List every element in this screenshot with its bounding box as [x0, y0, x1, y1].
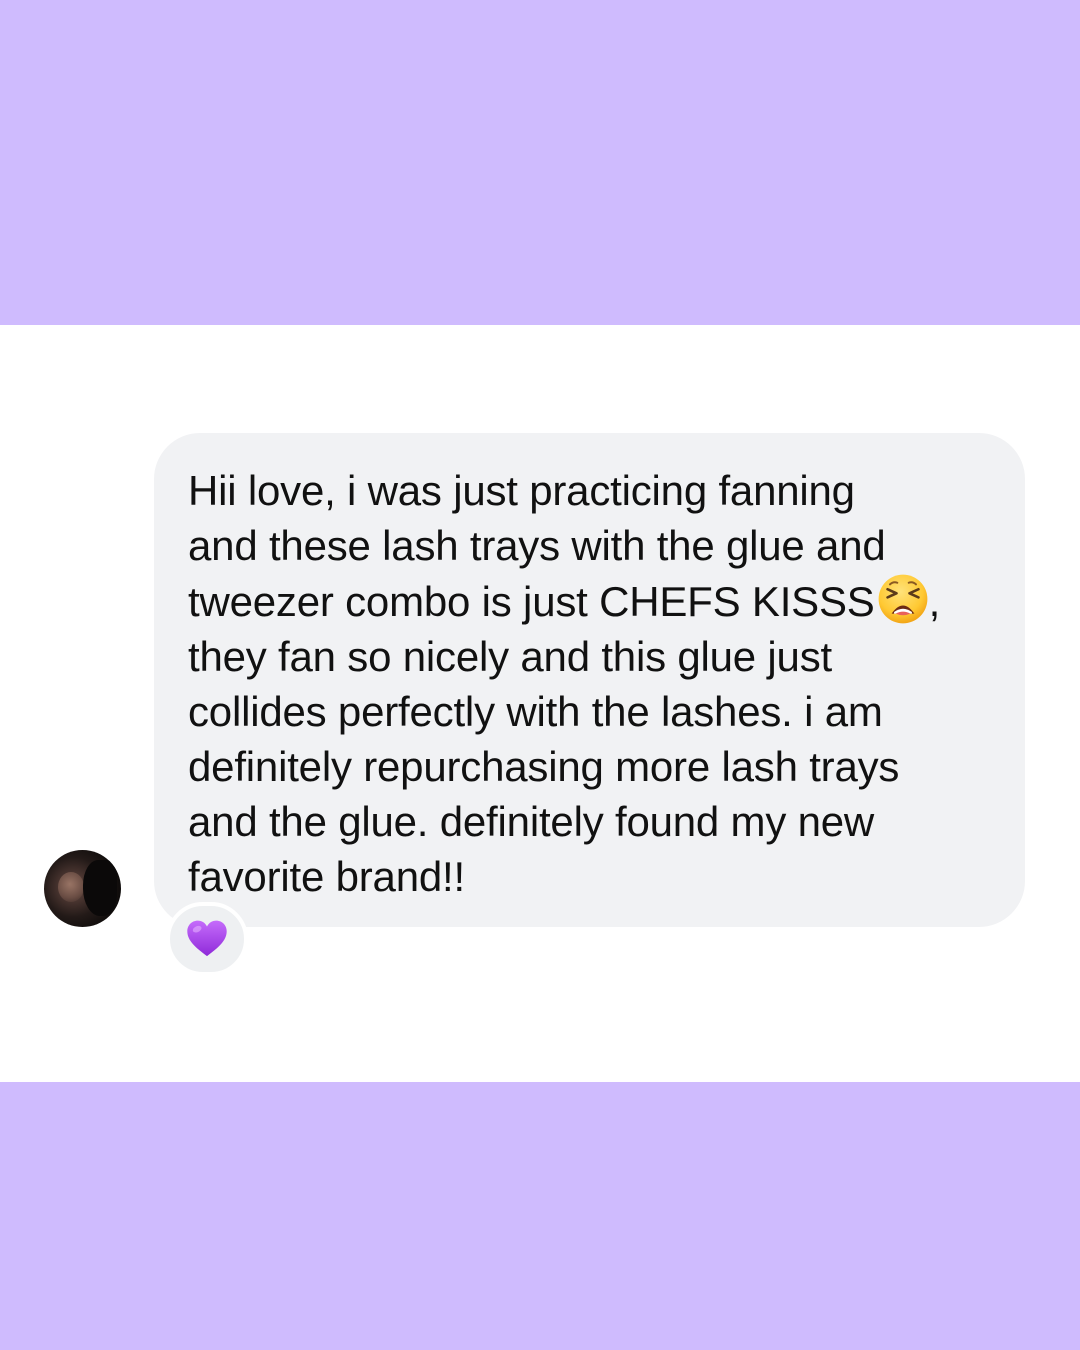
reaction-badge[interactable]	[166, 902, 248, 976]
message-line: definitely repurchasing more lash trays	[188, 743, 900, 790]
message-line: favorite brand!!	[188, 853, 465, 900]
message-text: Hii love, i was just practicing fanning …	[188, 463, 991, 904]
message-line-with-emoji: tweezer combo is just CHEFS KISSS ,	[188, 573, 991, 629]
message-line: Hii love, i was just practicing fanning	[188, 467, 855, 514]
message-line: collides perfectly with the lashes. i am	[188, 688, 883, 735]
message-line: and these lash trays with the glue and	[188, 522, 886, 569]
avatar[interactable]	[44, 850, 121, 927]
avatar-hair	[83, 860, 117, 916]
top-lavender-band	[0, 0, 1080, 325]
tired-face-icon	[878, 574, 928, 624]
message-line-suffix: ,	[928, 578, 941, 625]
message-line-text: tweezer combo is just CHEFS KISSS	[188, 578, 875, 625]
bottom-lavender-band	[0, 1082, 1080, 1350]
purple-heart-icon	[187, 920, 227, 957]
message-line: and the glue. definitely found my new	[188, 798, 875, 845]
avatar-face	[58, 872, 84, 902]
message-line: they fan so nicely and this glue just	[188, 633, 832, 680]
message-bubble[interactable]: Hii love, i was just practicing fanning …	[154, 433, 1025, 927]
